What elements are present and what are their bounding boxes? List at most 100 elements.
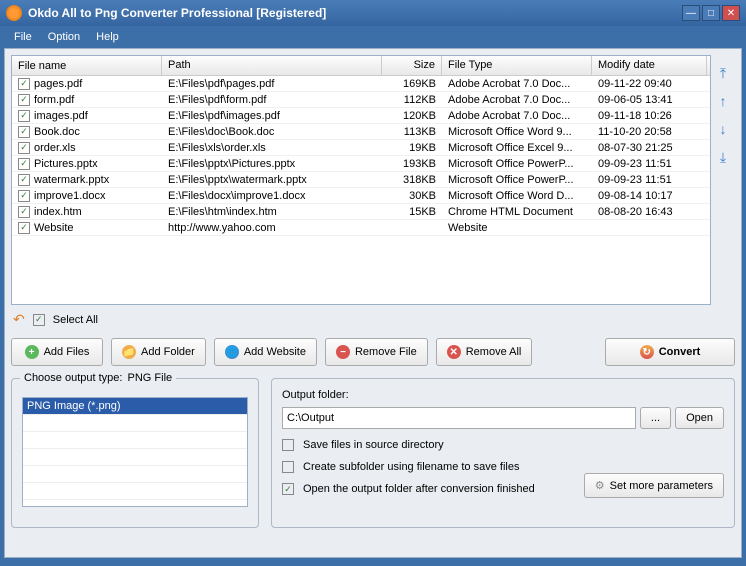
cell-path: E:\Files\pdf\pages.pdf: [162, 77, 382, 91]
menu-option[interactable]: Option: [40, 28, 88, 46]
create-sub-checkbox[interactable]: [282, 461, 294, 473]
table-row[interactable]: ✓pages.pdfE:\Files\pdf\pages.pdf169KBAdo…: [12, 76, 710, 92]
row-checkbox[interactable]: ✓: [18, 174, 30, 186]
move-top-button[interactable]: ⤒: [714, 65, 732, 83]
maximize-button[interactable]: □: [702, 5, 720, 21]
col-header-size[interactable]: Size: [382, 56, 442, 75]
cell-path: E:\Files\doc\Book.doc: [162, 125, 382, 139]
cell-date: 09-11-18 10:26: [592, 109, 707, 123]
cell-type: Adobe Acrobat 7.0 Doc...: [442, 109, 592, 123]
cell-path: E:\Files\pdf\images.pdf: [162, 109, 382, 123]
cell-type: Microsoft Office PowerP...: [442, 157, 592, 171]
add-files-label: Add Files: [44, 346, 90, 358]
open-after-label: Open the output folder after conversion …: [303, 483, 535, 495]
remove-all-button[interactable]: ✕ Remove All: [436, 338, 533, 366]
cell-date: 09-09-23 11:51: [592, 157, 707, 171]
return-icon: ↶: [13, 311, 25, 328]
table-row[interactable]: ✓form.pdfE:\Files\pdf\form.pdf112KBAdobe…: [12, 92, 710, 108]
table-row[interactable]: ✓ index.htm E:\Files\htm\index.htm15KBChro…: [12, 204, 710, 220]
output-type-list[interactable]: PNG Image (*.png): [22, 397, 248, 507]
create-sub-label: Create subfolder using filename to save …: [303, 461, 519, 473]
table-row[interactable]: ✓improve1.docxE:\Files\docx\improve1.doc…: [12, 188, 710, 204]
cell-date: 08-08-20 16:43: [592, 205, 707, 219]
cell-size: 15KB: [382, 205, 442, 219]
cell-size: 169KB: [382, 77, 442, 91]
cell-name: index.htm: [34, 206, 82, 218]
add-folder-button[interactable]: 📁 Add Folder: [111, 338, 206, 366]
file-list-header: File name Path Size File Type Modify dat…: [12, 56, 710, 76]
col-header-type[interactable]: File Type: [442, 56, 592, 75]
open-after-checkbox[interactable]: ✓: [282, 483, 294, 495]
menubar: File Option Help: [0, 26, 746, 48]
table-row[interactable]: ✓Book.docE:\Files\doc\Book.doc113KBMicro…: [12, 124, 710, 140]
move-bottom-button[interactable]: ⤓: [714, 149, 732, 167]
move-down-button[interactable]: ↓: [714, 121, 732, 139]
select-all-label: Select All: [53, 314, 98, 326]
cell-path: E:\Files\pdf\form.pdf: [162, 93, 382, 107]
set-more-parameters-button[interactable]: ⚙ Set more parameters: [584, 473, 724, 498]
row-checkbox[interactable]: ✓: [18, 110, 30, 122]
cell-date: [592, 227, 707, 229]
col-header-path[interactable]: Path: [162, 56, 382, 75]
row-checkbox[interactable]: ✓: [18, 158, 30, 170]
file-list[interactable]: File name Path Size File Type Modify dat…: [11, 55, 711, 305]
row-checkbox[interactable]: ✓: [18, 206, 30, 218]
table-row[interactable]: ✓watermark.pptxE:\Files\pptx\watermark.p…: [12, 172, 710, 188]
convert-icon: ↻: [640, 345, 654, 359]
col-header-name[interactable]: File name: [12, 56, 162, 75]
cell-path: E:\Files\htm\index.htm: [162, 205, 382, 219]
cell-type: Microsoft Office PowerP...: [442, 173, 592, 187]
row-checkbox[interactable]: ✓: [18, 222, 30, 234]
cell-path: E:\Files\xls\order.xls: [162, 141, 382, 155]
open-folder-button[interactable]: Open: [675, 407, 724, 429]
reorder-arrows: ⤒ ↑ ↓ ⤓: [711, 55, 735, 305]
cell-type: Microsoft Office Excel 9...: [442, 141, 592, 155]
cell-date: 09-06-05 13:41: [592, 93, 707, 107]
output-type-value: PNG File: [128, 372, 173, 384]
table-row[interactable]: ✓images.pdfE:\Files\pdf\images.pdf120KBA…: [12, 108, 710, 124]
save-source-checkbox[interactable]: [282, 439, 294, 451]
remove-all-label: Remove All: [466, 346, 522, 358]
remove-file-label: Remove File: [355, 346, 417, 358]
select-all-checkbox[interactable]: ✓: [33, 314, 45, 326]
row-checkbox[interactable]: ✓: [18, 78, 30, 90]
output-type-option[interactable]: PNG Image (*.png): [23, 398, 247, 415]
add-files-button[interactable]: + Add Files: [11, 338, 103, 366]
cell-size: 193KB: [382, 157, 442, 171]
row-checkbox[interactable]: ✓: [18, 142, 30, 154]
cell-name: Website: [34, 222, 74, 234]
col-header-date[interactable]: Modify date: [592, 56, 707, 75]
cell-name: Pictures.pptx: [34, 158, 98, 170]
table-row[interactable]: ✓ Pictures.pptx E:\Files\pptx\Pictures.ppt…: [12, 156, 710, 172]
cell-type: Adobe Acrobat 7.0 Doc...: [442, 93, 592, 107]
remove-file-button[interactable]: − Remove File: [325, 338, 428, 366]
row-checkbox[interactable]: ✓: [18, 126, 30, 138]
output-folder-input[interactable]: [282, 407, 636, 429]
minimize-button[interactable]: —: [682, 5, 700, 21]
close-button[interactable]: ✕: [722, 5, 740, 21]
titlebar: Okdo All to Png Converter Professional […: [0, 0, 746, 26]
select-all-row: ↶ ✓ Select All: [11, 305, 735, 334]
cell-date: 09-09-23 11:51: [592, 173, 707, 187]
add-website-button[interactable]: 🌐 Add Website: [214, 338, 317, 366]
gear-icon: ⚙: [595, 479, 605, 492]
row-checkbox[interactable]: ✓: [18, 190, 30, 202]
cell-date: 11-10-20 20:58: [592, 125, 707, 139]
cell-date: 08-07-30 21:25: [592, 141, 707, 155]
menu-help[interactable]: Help: [88, 28, 127, 46]
row-checkbox[interactable]: ✓: [18, 94, 30, 106]
menu-file[interactable]: File: [6, 28, 40, 46]
convert-button[interactable]: ↻ Convert: [605, 338, 735, 366]
browse-button[interactable]: ...: [640, 407, 671, 429]
output-folder-panel: Output folder: ... Open Save files in so…: [271, 378, 735, 528]
table-row[interactable]: ✓Websitehttp://www.yahoo.comWebsite: [12, 220, 710, 236]
cell-date: 09-11-22 09:40: [592, 77, 707, 91]
cell-size: 120KB: [382, 109, 442, 123]
move-up-button[interactable]: ↑: [714, 93, 732, 111]
cell-path: http://www.yahoo.com: [162, 221, 382, 235]
cell-type: Chrome HTML Document: [442, 205, 592, 219]
cell-path: E:\Files\pptx\Pictures.pptx: [162, 157, 382, 171]
cell-date: 09-08-14 10:17: [592, 189, 707, 203]
table-row[interactable]: ✓order.xlsE:\Files\xls\order.xls19KBMicr…: [12, 140, 710, 156]
cell-size: 19KB: [382, 141, 442, 155]
